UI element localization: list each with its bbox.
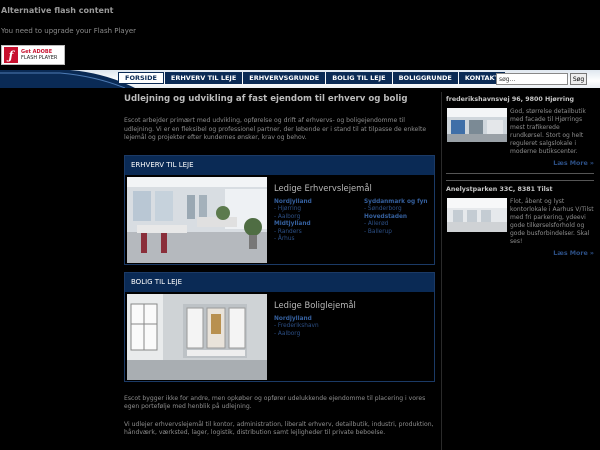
- search-input[interactable]: [496, 73, 568, 85]
- search-button[interactable]: Søg: [570, 73, 587, 85]
- footer-text: Escot bygger ikke for andre, men opkøber…: [124, 395, 436, 437]
- region-link[interactable]: Nordjylland: [274, 316, 364, 323]
- listing-photo: [447, 108, 507, 142]
- nav-swoosh-decoration: [0, 70, 135, 88]
- erhverv-card: ERHVERV TIL LEJE Ledige Erhvervslejemål …: [124, 155, 435, 265]
- main-nav: FORSIDE ERHVERV TIL LEJE ERHVERVSGRUNDE …: [118, 72, 506, 84]
- nav-item-boliggrunde[interactable]: BOLIGGRUNDE: [392, 72, 458, 84]
- nav-item-bolig-til-leje[interactable]: BOLIG TIL LEJE: [326, 72, 392, 84]
- region-link[interactable]: Nordjylland: [274, 199, 364, 206]
- listing-title[interactable]: Anelystparken 33C, 8381 Tilst: [446, 186, 594, 193]
- flash-title: Alternative flash content: [1, 6, 114, 15]
- nav-item-erhvervsgrunde[interactable]: ERHVERVSGRUNDE: [243, 72, 326, 84]
- flash-notice: Alternative flash content You need to up…: [0, 0, 600, 70]
- region-link[interactable]: - Aalborg: [274, 214, 364, 221]
- main-content: Udlejning og udvikling af fast ejendom t…: [124, 94, 436, 143]
- region-link[interactable]: - Århus: [274, 236, 364, 243]
- region-link[interactable]: - Randers: [274, 229, 364, 236]
- region-link[interactable]: Midtjylland: [274, 221, 364, 228]
- column-divider: [441, 92, 442, 450]
- flash-message: You need to upgrade your Flash Player: [1, 27, 137, 35]
- bolig-card-header[interactable]: BOLIG TIL LEJE: [125, 273, 434, 292]
- region-link[interactable]: - Frederikshavn: [274, 323, 364, 330]
- read-more-link[interactable]: Læs More »: [553, 250, 594, 257]
- apartment-photo: [127, 294, 267, 380]
- sidebar-listing: frederikshavnsvej 96, 9800 Hjørring God,…: [446, 96, 594, 176]
- nav-item-forside[interactable]: FORSIDE: [118, 72, 164, 84]
- bolig-region-list: Nordjylland - Frederikshavn - Aalborg: [274, 316, 364, 338]
- region-link[interactable]: - Hjørring: [274, 206, 364, 213]
- listing-description: God, størrelse detailbutik med facade ti…: [510, 108, 586, 155]
- listing-photo: [447, 198, 507, 232]
- listing-title[interactable]: frederikshavnsvej 96, 9800 Hjørring: [446, 96, 594, 103]
- sidebar-divider: [446, 173, 594, 174]
- footer-paragraph: Vi udlejer erhvervslejemål til kontor, a…: [124, 420, 434, 436]
- sidebar-divider: [446, 180, 594, 181]
- erhverv-region-list: Nordjylland - Hjørring - Aalborg Midtjyl…: [274, 199, 454, 243]
- footer-paragraph: Escot bygger ikke for andre, men opkøber…: [124, 395, 426, 411]
- region-link[interactable]: - Aalborg: [274, 331, 364, 338]
- nav-item-erhverv-til-leje[interactable]: ERHVERV TIL LEJE: [164, 72, 243, 84]
- page-title: Udlejning og udvikling af fast ejendom t…: [124, 94, 408, 104]
- read-more-link[interactable]: Læs More »: [553, 160, 594, 167]
- bolig-card: BOLIG TIL LEJE Ledige Boliglejemål Nordj…: [124, 272, 435, 382]
- erhverv-card-header[interactable]: ERHVERV TIL LEJE: [125, 156, 434, 175]
- intro-text: Escot arbejder primært med udvikling, op…: [124, 117, 427, 141]
- listing-description: Flot, åbent og lyst kontorlokale i Aarhu…: [510, 198, 594, 245]
- bolig-card-title: Ledige Boliglejemål: [274, 300, 356, 310]
- erhverv-card-title: Ledige Erhvervslejemål: [274, 183, 372, 193]
- get-flash-player-button[interactable]: ƒ Get ADOBE FLASH PLAYER: [1, 45, 65, 65]
- office-photo: [127, 177, 267, 263]
- flash-badge-line2: FLASH PLAYER: [21, 55, 58, 61]
- flash-player-icon: ƒ: [4, 47, 18, 63]
- sidebar-listing: Anelystparken 33C, 8381 Tilst Flot, åben…: [446, 186, 594, 266]
